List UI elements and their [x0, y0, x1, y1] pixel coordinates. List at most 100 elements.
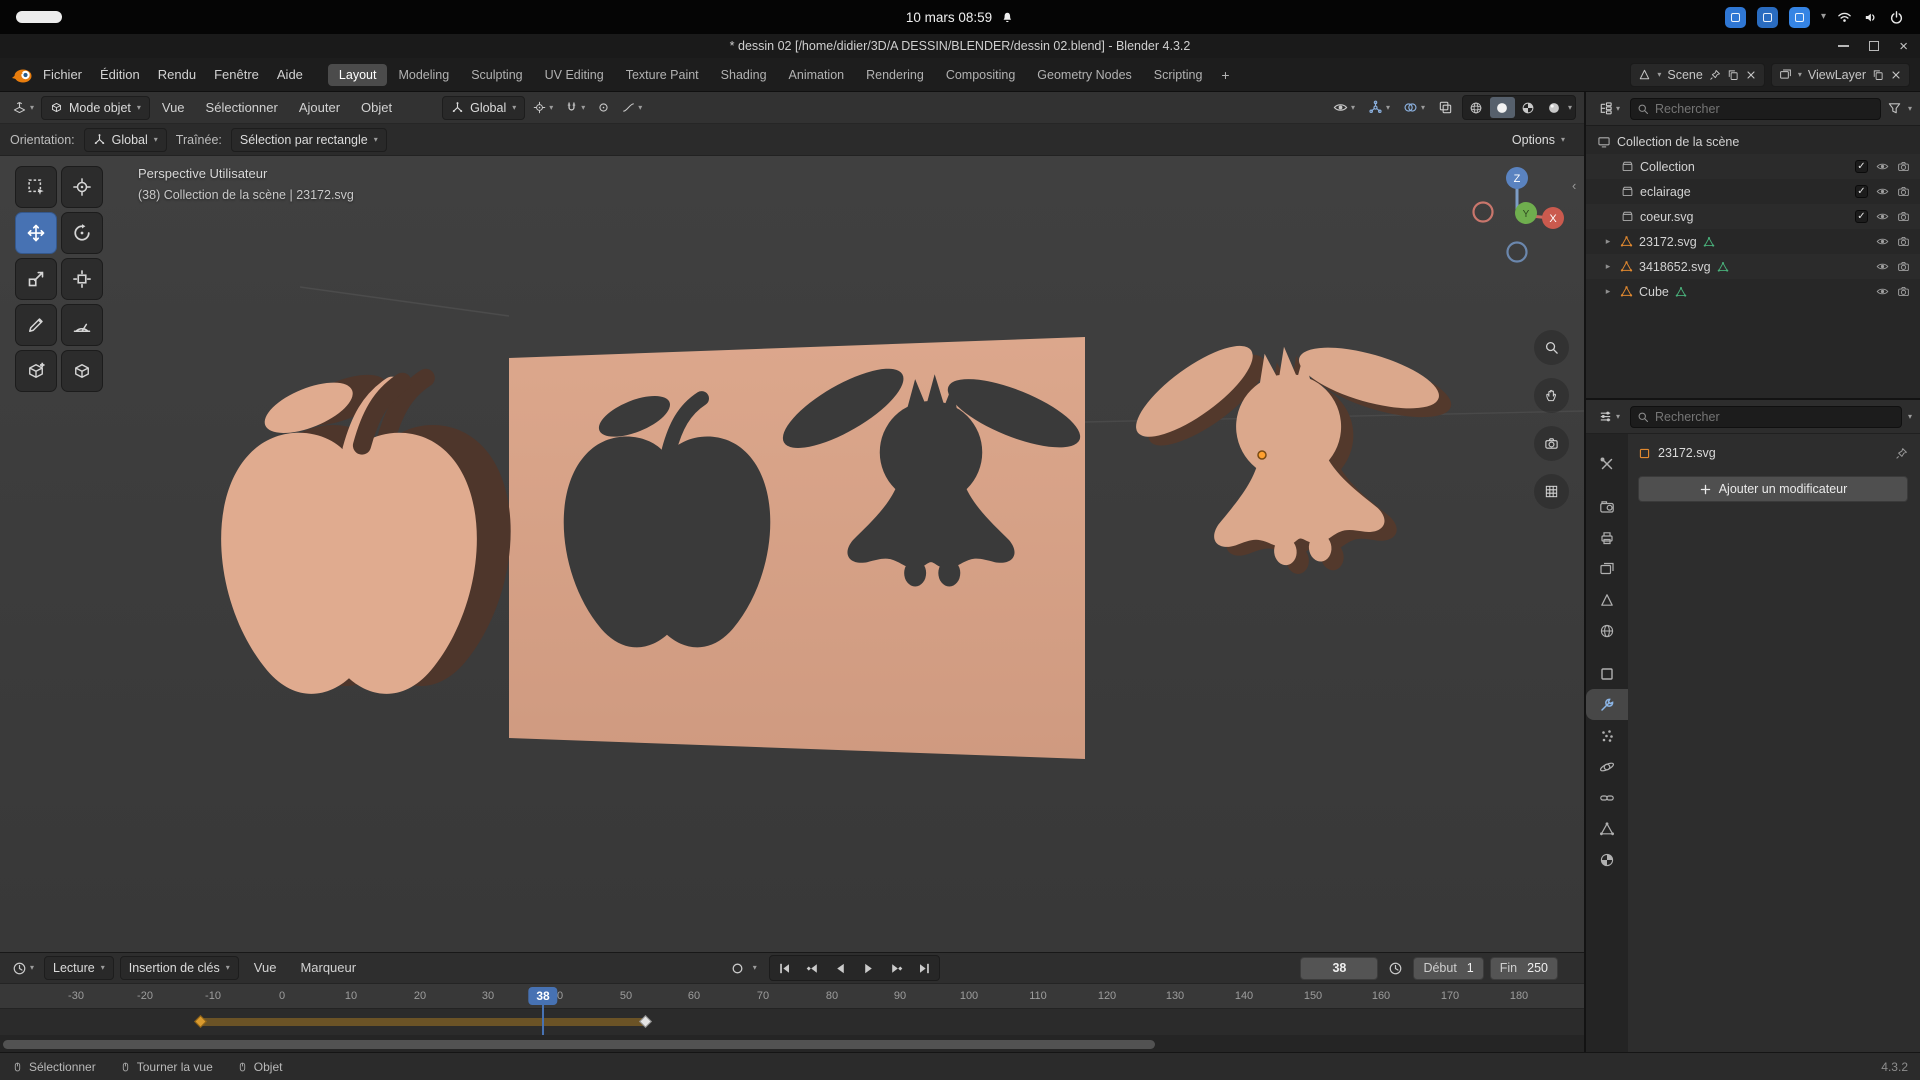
timeline-menu-vue[interactable]: Vue [245, 956, 286, 980]
tray-chevron-icon[interactable]: ▾ [1821, 12, 1826, 22]
render-camera-icon[interactable] [1897, 235, 1910, 248]
annotate-tool[interactable] [15, 304, 57, 346]
app-indicator-icon[interactable] [1757, 7, 1778, 28]
expand-icon[interactable]: ▸ [1602, 236, 1614, 247]
overlays-toggle[interactable]: ▾ [1399, 96, 1429, 120]
breadcrumb-object-name[interactable]: 23172.svg [1658, 446, 1716, 460]
tab-constraints[interactable] [1586, 782, 1628, 813]
frame-end-field[interactable]: Fin 250 [1490, 957, 1558, 980]
add-modifier-button[interactable]: Ajouter un modificateur [1638, 476, 1908, 502]
menu-ajouter[interactable]: Ajouter [290, 96, 349, 120]
scene-selector[interactable]: ▾ Scene [1630, 63, 1764, 87]
pin-icon[interactable] [1895, 447, 1908, 460]
use-preview-range-toggle[interactable] [1384, 956, 1407, 980]
activities-pill[interactable] [16, 11, 62, 23]
next-keyframe-button[interactable] [883, 957, 910, 979]
remove-view-layer-icon[interactable] [1890, 69, 1902, 81]
outliner-row-3418652-svg[interactable]: ▸ 3418652.svg [1586, 254, 1920, 279]
shading-wireframe-button[interactable] [1464, 97, 1489, 118]
add-cube-tool[interactable] [15, 350, 57, 392]
camera-view-button[interactable] [1534, 426, 1569, 461]
cursor-tool[interactable] [61, 166, 103, 208]
menu-vue[interactable]: Vue [153, 96, 194, 120]
menu-fichier[interactable]: Fichier [34, 63, 91, 87]
timeline-ruler[interactable]: -30 -20 -10 0 10 20 30 40 50 60 70 80 90… [0, 983, 1584, 1009]
tab-view-layer[interactable] [1586, 553, 1628, 584]
editor-type-button[interactable]: ▾ [8, 96, 38, 120]
unlink-scene-icon[interactable] [1745, 69, 1757, 81]
mode-dropdown[interactable]: Mode objet ▾ [41, 96, 150, 120]
filter-funnel-icon[interactable] [1887, 101, 1902, 116]
xray-toggle[interactable] [1434, 96, 1457, 120]
interactive-add-tool[interactable] [61, 350, 103, 392]
gizmo-z-neg-axis[interactable] [1508, 243, 1527, 262]
workspace-tab-modeling[interactable]: Modeling [387, 64, 460, 86]
sidebar-collapse-icon[interactable]: ‹ [1572, 178, 1576, 193]
tab-render[interactable] [1586, 491, 1628, 522]
outliner-search-input[interactable] [1655, 102, 1874, 116]
keying-dropdown[interactable]: Insertion de clés ▾ [120, 956, 239, 980]
hide-eye-icon[interactable] [1876, 210, 1889, 223]
workspace-tab-uv-editing[interactable]: UV Editing [534, 64, 615, 86]
gizmo-x-neg-axis[interactable] [1474, 203, 1493, 222]
properties-search[interactable] [1630, 406, 1902, 428]
outliner-row-collection[interactable]: Collection ✓ [1586, 154, 1920, 179]
render-camera-icon[interactable] [1897, 285, 1910, 298]
wifi-icon[interactable] [1837, 10, 1852, 25]
hide-eye-icon[interactable] [1876, 260, 1889, 273]
new-scene-icon[interactable] [1727, 69, 1739, 81]
render-camera-icon[interactable] [1897, 260, 1910, 273]
playback-dropdown[interactable]: Lecture ▾ [44, 956, 114, 980]
outliner-editor-type-button[interactable]: ▾ [1594, 97, 1624, 121]
pan-button[interactable] [1534, 378, 1569, 413]
transform-tool[interactable] [61, 258, 103, 300]
viewport-3d[interactable]: ▾ Mode objet ▾ Vue Sélectionner Ajouter … [0, 92, 1584, 952]
play-button[interactable] [855, 957, 882, 979]
render-camera-icon[interactable] [1897, 210, 1910, 223]
pivot-point-dropdown[interactable]: ▾ [529, 96, 557, 120]
tab-object-data[interactable] [1586, 813, 1628, 844]
transform-orientation-dropdown[interactable]: Global ▾ [442, 96, 525, 120]
outliner-row-cube[interactable]: ▸ Cube [1586, 279, 1920, 304]
menu-edition[interactable]: Édition [91, 63, 149, 87]
move-tool[interactable] [15, 212, 57, 254]
rotate-tool[interactable] [61, 212, 103, 254]
collection-checkbox[interactable]: ✓ [1855, 160, 1868, 173]
current-frame-field[interactable]: 38 [1300, 957, 1378, 980]
scale-tool[interactable] [15, 258, 57, 300]
volume-icon[interactable] [1863, 10, 1878, 25]
properties-editor-type-button[interactable]: ▾ [1594, 405, 1624, 429]
render-camera-icon[interactable] [1897, 185, 1910, 198]
shading-material-button[interactable] [1516, 97, 1541, 118]
chevron-down-icon[interactable]: ▾ [1568, 104, 1572, 112]
expand-icon[interactable]: ▸ [1602, 261, 1614, 272]
expand-icon[interactable]: ▸ [1602, 286, 1614, 297]
close-icon[interactable]: × [1899, 39, 1908, 54]
prev-keyframe-button[interactable] [799, 957, 826, 979]
timeline-tracks[interactable]: ▸ [0, 1009, 1584, 1035]
hide-eye-icon[interactable] [1876, 285, 1889, 298]
workspace-tab-rendering[interactable]: Rendering [855, 64, 935, 86]
tab-material[interactable] [1586, 844, 1628, 875]
workspace-tab-texture-paint[interactable]: Texture Paint [615, 64, 710, 86]
new-view-layer-icon[interactable] [1872, 69, 1884, 81]
zoom-button[interactable] [1534, 330, 1569, 365]
window-title-bar[interactable]: * dessin 02 [/home/didier/3D/A DESSIN/BL… [0, 34, 1920, 58]
workspace-tab-shading[interactable]: Shading [710, 64, 778, 86]
pin-icon[interactable] [1709, 69, 1721, 81]
timeline-editor[interactable]: ▾ Lecture ▾ Insertion de clés ▾ Vue Marq… [0, 952, 1584, 1052]
outliner-row-eclairage[interactable]: eclairage ✓ [1586, 179, 1920, 204]
power-icon[interactable] [1889, 10, 1904, 25]
visibility-dropdown[interactable]: ▾ [1329, 96, 1359, 120]
tab-output[interactable] [1586, 522, 1628, 553]
hide-eye-icon[interactable] [1876, 160, 1889, 173]
properties-search-input[interactable] [1655, 410, 1895, 424]
workspace-tab-compositing[interactable]: Compositing [935, 64, 1026, 86]
auto-keying-toggle[interactable] [726, 956, 749, 980]
orientation-dropdown[interactable]: Global ▾ [84, 128, 167, 152]
chevron-down-icon[interactable]: ▾ [1908, 413, 1912, 421]
outliner-row-coeur-svg[interactable]: coeur.svg ✓ [1586, 204, 1920, 229]
workspace-tab-sculpting[interactable]: Sculpting [460, 64, 533, 86]
view-layer-selector[interactable]: ▾ ViewLayer [1771, 63, 1910, 87]
menu-rendu[interactable]: Rendu [149, 63, 205, 87]
